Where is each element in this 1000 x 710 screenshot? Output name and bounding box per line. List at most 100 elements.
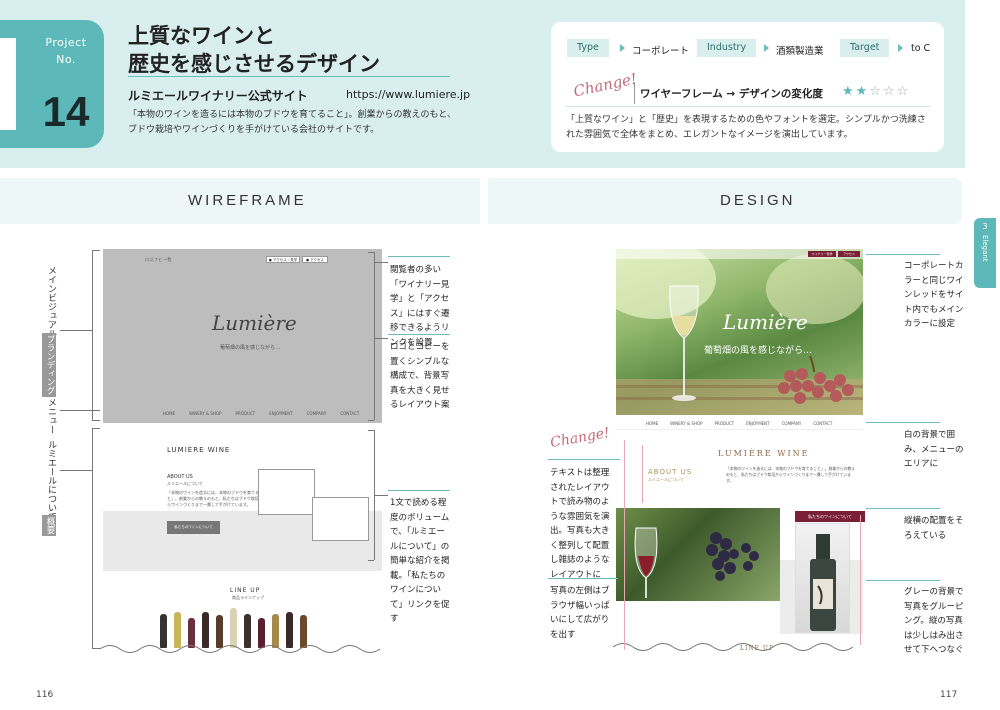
note-rule bbox=[548, 578, 618, 579]
design-nav-button-1[interactable]: ワイナリー見学 bbox=[808, 251, 836, 257]
bracket-line bbox=[92, 250, 100, 251]
bracket-line bbox=[374, 262, 388, 263]
note-rule bbox=[388, 490, 450, 491]
page-number-right: 117 bbox=[940, 690, 958, 700]
bracket-line bbox=[60, 470, 92, 471]
title-line2: 歴史を感じさせるデザイン bbox=[128, 52, 380, 76]
design-bottle-photo bbox=[795, 523, 850, 633]
wf-about-title: ABOUT US bbox=[167, 474, 193, 480]
design-note-right-1: コーポレートカラーと同じワインレッドをサイト内でもメインカラーに設定 bbox=[904, 261, 964, 329]
wf-about-button: 私たちのワインについて bbox=[167, 521, 220, 534]
card-divider bbox=[566, 106, 930, 107]
label-menu: メニュー bbox=[46, 398, 56, 434]
design-menu-item[interactable]: HOME bbox=[646, 421, 658, 426]
guide-line bbox=[642, 445, 643, 503]
design-note-right-2: 白の背景で囲み、メニューのエリアに bbox=[904, 430, 964, 469]
design-vine-photo bbox=[616, 508, 780, 601]
arrow-icon bbox=[898, 44, 903, 52]
design-wine-button[interactable]: 私たちのワインについて bbox=[795, 511, 865, 522]
design-menu-item[interactable]: WINERY & SHOP bbox=[670, 421, 702, 426]
wf-menu: HOME WINERY & SHOP PRODUCT ENJOYMENT COM… bbox=[163, 411, 359, 416]
note-rule bbox=[548, 459, 610, 460]
bracket-line bbox=[92, 428, 100, 429]
page-number-left: 116 bbox=[36, 690, 54, 700]
tag-type-value: コーポレート bbox=[632, 46, 690, 57]
leader-line bbox=[610, 459, 620, 460]
design-about-text: 「本物のワインを造るには、本物のブドウを育てること」。創業からの教えのもと、私た… bbox=[726, 466, 856, 483]
wf-lineup-title: LINE UP bbox=[230, 587, 261, 594]
tag-industry: Industry bbox=[697, 39, 757, 57]
chapter-tab: 3 Elegant bbox=[974, 218, 996, 288]
chapter-number: 3 bbox=[982, 222, 988, 231]
arrow-icon bbox=[764, 44, 769, 52]
bracket-line bbox=[368, 430, 374, 431]
design-nav-button-2-label: アクセス bbox=[843, 252, 855, 256]
tag-target: Target bbox=[840, 39, 890, 57]
design-section-title: LUMIÈRE WINE bbox=[718, 449, 810, 458]
wf-menu-item: HOME bbox=[163, 411, 176, 416]
site-description: 「本物のワインを造るには本物のブドウを育てること」。創業からの教えのもと、ブドウ… bbox=[128, 110, 456, 135]
label-about: ルミエールについて bbox=[46, 440, 56, 521]
bracket-line bbox=[368, 420, 374, 421]
design-nav-button-2[interactable]: アクセス bbox=[838, 251, 860, 257]
star-rating: ★★☆☆☆ bbox=[842, 84, 910, 99]
change-degree-label: ワイヤーフレーム → デザインの変化度 bbox=[640, 88, 823, 100]
design-note-right-4: グレーの背景で写真をグルーピング。縦の写真は少しはみ出させて下へつなぐ bbox=[904, 587, 964, 655]
note-rule bbox=[388, 334, 450, 335]
design-hero-copy: 葡萄畑の風を感じながら… bbox=[704, 346, 813, 356]
wf-hero-copy: 葡萄畑の風を感じながら… bbox=[220, 345, 281, 351]
guide-line bbox=[860, 515, 861, 645]
grapes-illustration bbox=[778, 356, 854, 404]
project-label-line2: No. bbox=[56, 53, 76, 66]
wf-about-text: 「本物のワインを造るには、本物のブドウを育てること」。創業からの教えのもと、私た… bbox=[167, 490, 263, 507]
design-wave-cut bbox=[613, 643, 854, 651]
bracket-line bbox=[92, 406, 93, 418]
bracket-line bbox=[92, 420, 100, 421]
site-url: https://www.lumiere.jp bbox=[346, 88, 471, 101]
wf-note-2: ロゴとコピーを置くシンプルな構成で、背景写真を大きく見せるレイアウト案 bbox=[390, 342, 450, 410]
wf-menu-item: COMPANY bbox=[306, 411, 327, 416]
design-menu: HOME WINERY & SHOP PRODUCT ENJOYMENT COM… bbox=[646, 421, 832, 426]
wf-header-left: ロゴ ナビ 一覧 bbox=[145, 257, 172, 262]
project-label-line1: Project bbox=[45, 36, 87, 49]
wf-note-3: 1文で読める程度のボリュームで、「ルミエールについて」の簡単な紹介を掲載。「私た… bbox=[390, 498, 450, 624]
design-menu-item[interactable]: PRODUCT bbox=[715, 421, 735, 426]
bracket-line bbox=[368, 252, 374, 253]
note-rule bbox=[388, 256, 450, 257]
wf-image-placeholder-1 bbox=[258, 469, 315, 515]
wf-menu-item: ENJOYMENT bbox=[269, 411, 293, 416]
wf-note-1: 閲覧者の多い「ワイナリー見学」と「アクセス」にはすぐ遷移できるようリンクを設置 bbox=[390, 265, 450, 348]
change-separator bbox=[634, 82, 635, 104]
bottle-illustration bbox=[810, 534, 836, 631]
design-menu-item[interactable]: CONTACT bbox=[813, 421, 832, 426]
site-name: ルミエールワイナリー公式サイト bbox=[128, 89, 308, 103]
tag-type: Type bbox=[567, 39, 609, 57]
bracket-line bbox=[374, 252, 375, 420]
tag-industry-value: 酒類製造業 bbox=[776, 46, 824, 57]
design-lineup-title: LINE UP bbox=[740, 645, 774, 652]
vine-grapes-illustration bbox=[634, 527, 759, 598]
star-empty-icon: ☆☆☆ bbox=[869, 84, 911, 99]
design-nav-button-1-label: ワイナリー見学 bbox=[811, 252, 833, 256]
wf-about-button-label: 私たちのワインについて bbox=[174, 525, 213, 529]
bracket-line bbox=[368, 560, 374, 561]
design-heading: DESIGN bbox=[720, 192, 796, 209]
guide-line bbox=[624, 440, 625, 650]
design-note-right-3: 縦横の配置をそろえている bbox=[904, 516, 964, 541]
design-menu-item[interactable]: ENJOYMENT bbox=[746, 421, 770, 426]
project-label: Project No. bbox=[30, 34, 102, 68]
wf-header-button-2: ● アクセス bbox=[302, 256, 328, 263]
bracket-line bbox=[374, 495, 388, 496]
wf-section-title: LUMIÈRE WINE bbox=[167, 446, 231, 454]
wf-about-subtitle: ルミエールについて bbox=[167, 481, 203, 486]
design-about-subtitle: ルミエールについて bbox=[648, 477, 684, 482]
tag-target-value: to C bbox=[911, 43, 931, 54]
wf-menu-item: PRODUCT bbox=[235, 411, 256, 416]
design-hero-logo: Lumière bbox=[723, 310, 808, 334]
label-main-visual: メインビジュアル bbox=[46, 266, 56, 338]
design-menu-item[interactable]: COMPANY bbox=[782, 421, 802, 426]
wf-wave-cut bbox=[100, 645, 381, 653]
leader-line bbox=[866, 580, 940, 581]
wf-hero-logo: Lumière bbox=[212, 311, 297, 335]
bracket-line bbox=[92, 428, 93, 648]
